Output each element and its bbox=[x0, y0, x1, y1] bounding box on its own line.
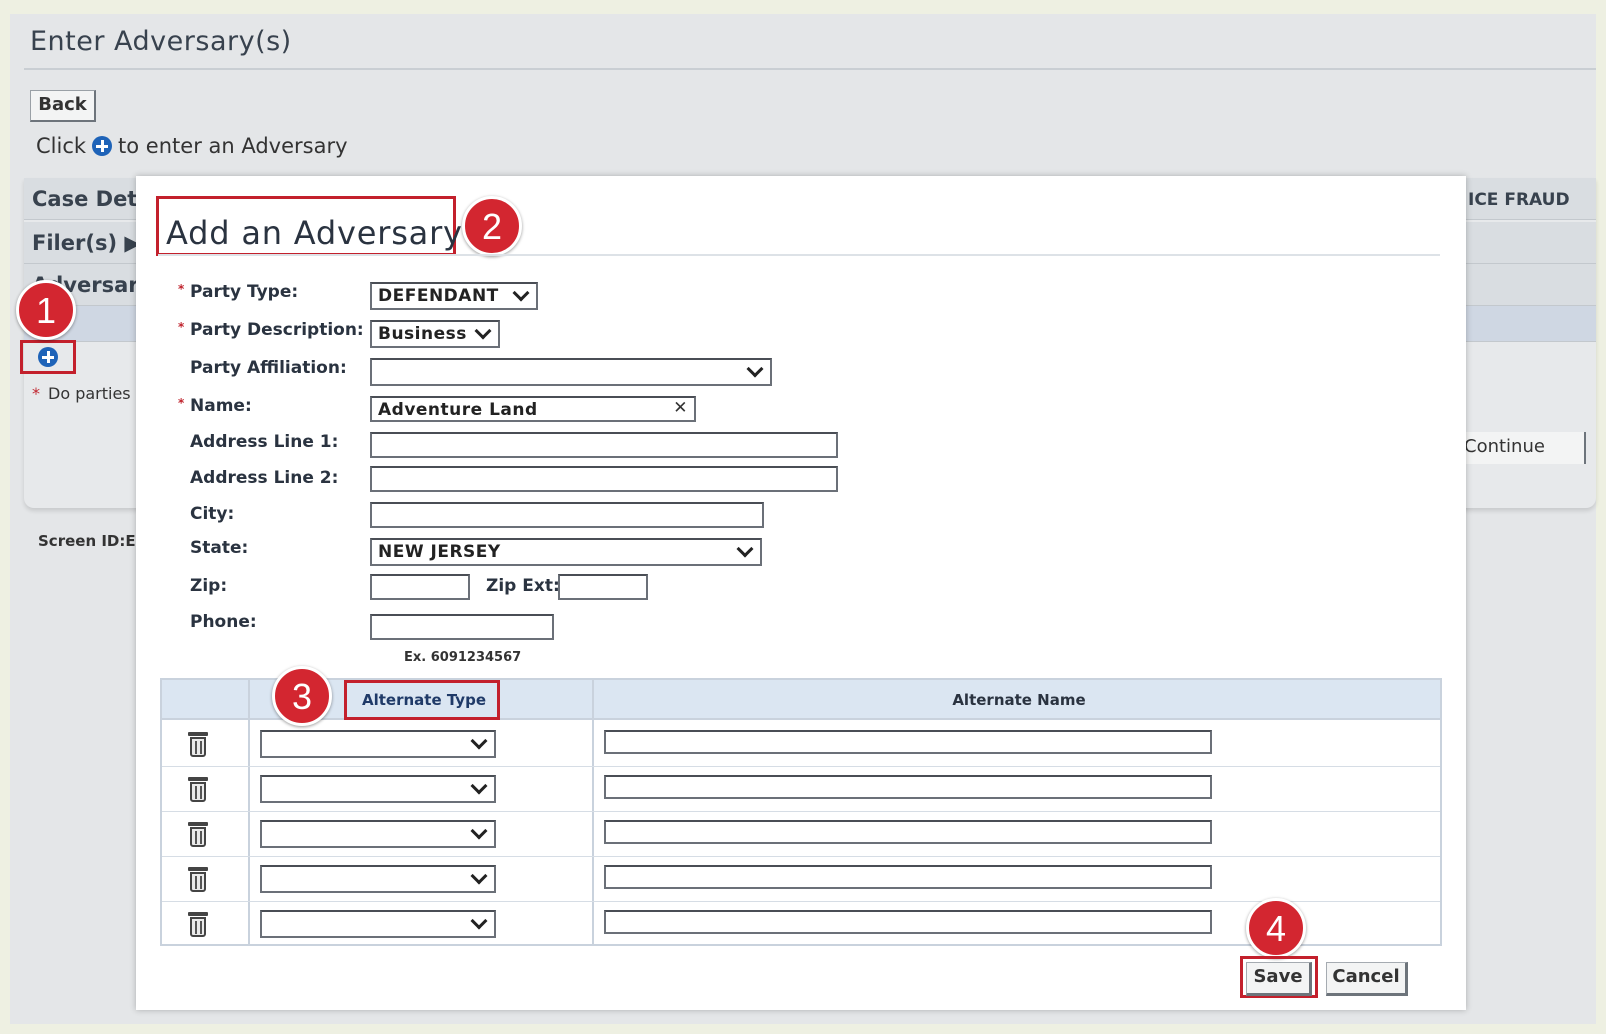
trash-icon[interactable] bbox=[188, 912, 208, 938]
phone-input[interactable] bbox=[370, 614, 554, 640]
chevron-down-icon bbox=[738, 543, 752, 557]
name-input[interactable]: Adventure Land ✕ bbox=[370, 396, 696, 422]
table-row bbox=[162, 767, 1440, 812]
address-line-2-input[interactable] bbox=[370, 466, 838, 492]
add-adversary-button[interactable] bbox=[20, 340, 76, 374]
chevron-down-icon bbox=[748, 363, 762, 377]
zip-input[interactable] bbox=[370, 574, 470, 600]
state-label: State: bbox=[190, 538, 249, 558]
address-line-1-input[interactable] bbox=[370, 432, 838, 458]
party-type-label: * Party Type: bbox=[178, 282, 299, 302]
dialog-title: Add an Adversary bbox=[166, 214, 463, 252]
chevron-down-icon bbox=[472, 915, 486, 929]
alternate-name-input[interactable] bbox=[604, 820, 1212, 844]
chevron-down-icon bbox=[514, 287, 528, 301]
add-circle-icon bbox=[92, 136, 113, 156]
state-select[interactable]: NEW JERSEY bbox=[370, 538, 762, 566]
alternate-name-input[interactable] bbox=[604, 865, 1212, 889]
save-button[interactable]: Save bbox=[1246, 962, 1312, 996]
chevron-down-icon bbox=[472, 870, 486, 884]
callout-2: 2 bbox=[462, 196, 522, 256]
phone-hint: Ex. 6091234567 bbox=[404, 650, 522, 665]
chevron-down-icon bbox=[472, 825, 486, 839]
city-input[interactable] bbox=[370, 502, 764, 528]
trash-icon[interactable] bbox=[188, 777, 208, 803]
instruction-prefix: Click bbox=[36, 134, 87, 158]
screen-id: Screen ID:E bbox=[38, 532, 136, 550]
party-affiliation-select[interactable] bbox=[370, 358, 772, 386]
required-note: * Do parties bbox=[32, 384, 131, 403]
case-type-text: ICE FRAUD bbox=[1468, 190, 1570, 210]
instruction-suffix: to enter an Adversary bbox=[118, 134, 348, 158]
alternate-name-input[interactable] bbox=[604, 910, 1212, 934]
instruction-text: Click to enter an Adversary bbox=[36, 134, 348, 158]
alternate-name-input[interactable] bbox=[604, 730, 1212, 754]
trash-icon[interactable] bbox=[188, 867, 208, 893]
dialog-title-divider bbox=[158, 254, 1440, 256]
zip-label: Zip: bbox=[190, 576, 228, 596]
title-divider bbox=[24, 68, 1596, 70]
alternate-type-select[interactable] bbox=[260, 910, 496, 938]
table-row bbox=[162, 857, 1440, 902]
cancel-button[interactable]: Cancel bbox=[1326, 962, 1408, 996]
callout-1: 1 bbox=[16, 280, 76, 340]
alternate-name-input[interactable] bbox=[604, 775, 1212, 799]
trash-icon[interactable] bbox=[188, 822, 208, 848]
add-adversary-dialog: Add an Adversary 2 * Party Type: DEFENDAN… bbox=[136, 176, 1466, 1010]
address-line-1-label: Address Line 1: bbox=[190, 432, 339, 452]
highlight-box-alternate-type bbox=[344, 680, 500, 720]
alternate-type-select[interactable] bbox=[260, 865, 496, 893]
alternate-type-select[interactable] bbox=[260, 730, 496, 758]
callout-4: 4 bbox=[1246, 898, 1306, 958]
zip-ext-input[interactable] bbox=[558, 574, 648, 600]
name-label: * Name: bbox=[178, 396, 252, 416]
alternate-type-select[interactable] bbox=[260, 820, 496, 848]
alternate-type-select[interactable] bbox=[260, 775, 496, 803]
page-title: Enter Adversary(s) bbox=[30, 26, 292, 57]
continue-button[interactable]: Continue bbox=[1458, 432, 1586, 464]
alternate-name-header[interactable]: Alternate Name bbox=[594, 680, 1444, 720]
party-description-select[interactable]: Business bbox=[370, 320, 500, 348]
chevron-down-icon bbox=[476, 325, 490, 339]
zip-ext-label: Zip Ext: bbox=[486, 576, 560, 596]
party-description-label: * Party Description: bbox=[178, 320, 364, 340]
clear-icon[interactable]: ✕ bbox=[673, 398, 688, 418]
add-circle-icon bbox=[38, 347, 58, 367]
party-type-select[interactable]: DEFENDANT bbox=[370, 282, 538, 310]
callout-3: 3 bbox=[272, 666, 332, 726]
city-label: City: bbox=[190, 504, 235, 524]
chevron-down-icon bbox=[472, 735, 486, 749]
table-row bbox=[162, 722, 1440, 767]
phone-label: Phone: bbox=[190, 612, 257, 632]
table-row bbox=[162, 812, 1440, 857]
trash-icon[interactable] bbox=[188, 732, 208, 758]
address-line-2-label: Address Line 2: bbox=[190, 468, 339, 488]
chevron-down-icon bbox=[472, 780, 486, 794]
party-affiliation-label: Party Affiliation: bbox=[190, 358, 347, 378]
back-button[interactable]: Back bbox=[30, 90, 96, 122]
note-text: Do parties bbox=[48, 384, 131, 403]
